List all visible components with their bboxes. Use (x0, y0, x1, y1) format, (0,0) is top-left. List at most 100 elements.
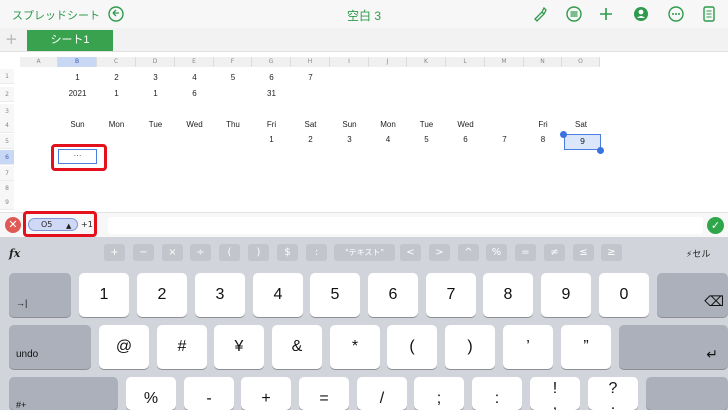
symbol-key[interactable]: # (157, 325, 207, 369)
column-header[interactable]: A (20, 57, 58, 67)
operator-key[interactable]: + (104, 244, 125, 261)
operator-key[interactable]: × (162, 244, 183, 261)
column-header[interactable]: N (524, 57, 562, 67)
operator-key[interactable]: ( (219, 244, 240, 261)
operator-key[interactable]: % (486, 244, 507, 261)
table-cell[interactable]: 1 (136, 86, 175, 101)
digit-key[interactable]: 5 (310, 273, 360, 317)
digit-key[interactable]: 1 (79, 273, 129, 317)
symbol-key[interactable]: @ (99, 325, 149, 369)
tab-sheet1[interactable]: シート1 (27, 30, 113, 51)
return-key[interactable]: ↵ (619, 325, 728, 369)
symbol-key[interactable]: ¥ (214, 325, 264, 369)
collaborate-icon[interactable] (632, 5, 650, 23)
table-cell[interactable]: 3 (330, 132, 369, 147)
row-header[interactable]: 4 (0, 118, 14, 133)
table-cell[interactable]: 31 (252, 86, 291, 101)
symbol-key[interactable]: % (126, 377, 176, 410)
column-header[interactable]: F (214, 57, 252, 67)
table-cell[interactable]: 7 (291, 70, 330, 85)
table-cell[interactable]: 7 (485, 132, 524, 147)
digit-key[interactable]: 4 (253, 273, 303, 317)
add-sheet-button[interactable]: + (5, 30, 18, 48)
selection-handle-top-left[interactable] (560, 131, 567, 138)
row-header[interactable]: 5 (0, 134, 14, 149)
operator-key[interactable]: ≥ (601, 244, 622, 261)
tab-key[interactable]: →| (9, 273, 71, 317)
symbol-key[interactable]: / (357, 377, 407, 410)
column-header[interactable]: M (485, 57, 524, 67)
table-cell[interactable]: 1 (252, 132, 291, 147)
row-header[interactable]: 3 (0, 104, 14, 119)
table-cell[interactable]: Thu (214, 117, 252, 132)
more-icon[interactable] (667, 5, 685, 23)
symbol-key[interactable]: ) (445, 325, 495, 369)
exclamation-comma-key[interactable]: !, (530, 377, 580, 410)
column-header[interactable]: K (407, 57, 446, 67)
cancel-formula-button[interactable]: ✕ (5, 217, 21, 233)
text-key[interactable]: "テキスト" (334, 244, 395, 261)
row-header[interactable]: 2 (0, 87, 14, 102)
symbol-key[interactable]: ; (414, 377, 464, 410)
table-cell[interactable]: 3 (136, 70, 175, 85)
operator-key[interactable]: − (133, 244, 154, 261)
digit-key[interactable]: 3 (195, 273, 245, 317)
operator-key[interactable]: < (400, 244, 421, 261)
table-cell[interactable]: 6 (175, 86, 214, 101)
table-cell[interactable]: Fri (524, 117, 562, 132)
digit-key[interactable]: 2 (137, 273, 187, 317)
digit-key[interactable]: 6 (368, 273, 418, 317)
table-cell[interactable]: Sun (330, 117, 369, 132)
symbol-key[interactable]: & (272, 325, 322, 369)
symbol-key[interactable]: - (184, 377, 234, 410)
accept-formula-button[interactable]: ✓ (707, 217, 724, 234)
undo-key[interactable]: undo (9, 325, 91, 369)
digit-key[interactable]: 8 (483, 273, 533, 317)
column-header[interactable]: B (58, 57, 97, 67)
selection-handle-bottom-right[interactable] (597, 147, 604, 154)
shift-symbols-key[interactable]: #+ (9, 377, 118, 410)
column-header[interactable]: D (136, 57, 175, 67)
question-period-key[interactable]: ?. (588, 377, 638, 410)
operator-key[interactable]: : (306, 244, 327, 261)
format-brush-icon[interactable] (531, 5, 549, 23)
table-cell[interactable]: 4 (175, 70, 214, 85)
operator-key[interactable]: ^ (458, 244, 479, 261)
symbol-key[interactable]: ” (561, 325, 611, 369)
column-header[interactable]: J (369, 57, 407, 67)
table-cell[interactable]: 2021 (58, 86, 97, 101)
column-header[interactable]: H (291, 57, 330, 67)
row-header[interactable]: 9 (0, 195, 14, 210)
table-cell[interactable]: Mon (369, 117, 407, 132)
fx-button[interactable]: fx (9, 247, 20, 260)
plus-icon[interactable] (597, 5, 615, 23)
table-cell[interactable]: 6 (446, 132, 485, 147)
column-header[interactable]: G (252, 57, 291, 67)
table-cell[interactable]: 1 (58, 70, 97, 85)
cell-mode-button[interactable]: ⚡セル (686, 247, 710, 260)
table-cell[interactable]: Tue (136, 117, 175, 132)
table-cell[interactable]: Wed (175, 117, 214, 132)
column-header[interactable]: C (97, 57, 136, 67)
table-cell[interactable]: Tue (407, 117, 446, 132)
column-header[interactable]: E (175, 57, 214, 67)
row-header[interactable]: 1 (0, 69, 14, 84)
shift-symbols-key-right[interactable] (646, 377, 728, 410)
operator-key[interactable]: = (515, 244, 536, 261)
table-cell[interactable]: 8 (524, 132, 562, 147)
table-cell[interactable]: 5 (407, 132, 446, 147)
symbol-key[interactable]: : (472, 377, 522, 410)
list-icon[interactable] (565, 5, 583, 23)
operator-key[interactable]: ÷ (190, 244, 211, 261)
operator-key[interactable]: ) (248, 244, 269, 261)
table-cell[interactable]: Sun (58, 117, 97, 132)
table-cell[interactable]: 6 (252, 70, 291, 85)
operator-key[interactable]: ≠ (544, 244, 565, 261)
table-cell[interactable]: 5 (214, 70, 252, 85)
row-header[interactable]: 8 (0, 181, 14, 196)
symbol-key[interactable]: ( (387, 325, 437, 369)
digit-key[interactable]: 7 (426, 273, 476, 317)
table-cell[interactable]: Sat (562, 117, 600, 132)
symbol-key[interactable]: ’ (503, 325, 553, 369)
digit-key[interactable]: 0 (599, 273, 649, 317)
